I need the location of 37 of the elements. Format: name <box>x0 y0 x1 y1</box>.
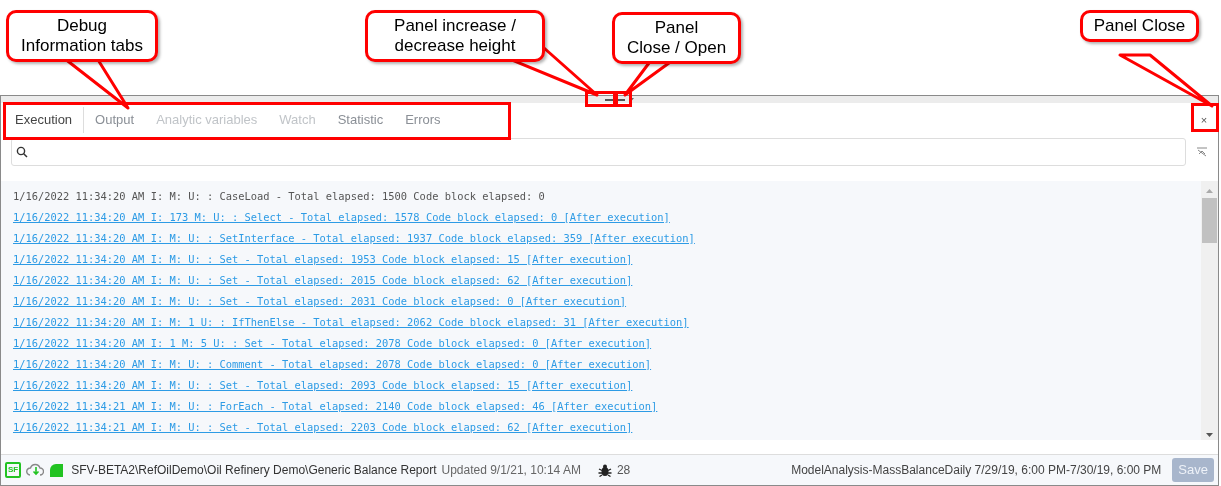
log-link[interactable]: 1/16/2022 11:34:20 AM I: 1 M: 5 U: : Set - Total elapsed: 2078 Code block elapsed: 0 [After execution] <box>13 335 652 352</box>
callout: Panel Close <box>1080 10 1199 42</box>
log-link[interactable]: 1/16/2022 11:34:20 AM I: 173 M: U: : Select - Total elapsed: 1578 Code block elapsed: 0 [After execution] <box>13 209 670 226</box>
cloud-sync-icon <box>26 462 45 478</box>
tab[interactable]: Execution <box>4 107 85 133</box>
bug-icon[interactable] <box>597 463 612 477</box>
updated-time: Updated 9/1/21, 10:14 AM <box>441 462 581 479</box>
status-badge: SF <box>5 462 22 478</box>
signal-icon <box>49 463 64 477</box>
log-link[interactable]: 1/16/2022 11:34:20 AM I: M: U: : Comment - Total elapsed: 2078 Code block elapsed: 0 [After execution] <box>13 356 652 373</box>
model-info: ModelAnalysis-MassBalanceDaily 7/29/19, 6:00 PM-7/30/19, 6:00 PM <box>791 462 1162 479</box>
highlight-frame <box>1191 103 1219 132</box>
scrollbar[interactable] <box>1201 181 1218 440</box>
bug-count: 28 <box>616 462 631 479</box>
collapse-icon[interactable] <box>1196 147 1208 157</box>
scroll-up-icon[interactable] <box>1205 188 1214 194</box>
search-icon <box>16 146 28 158</box>
log-link[interactable]: 1/16/2022 11:34:20 AM I: M: U: : SetInterface - Total elapsed: 1937 Code block elapsed: 359 [After execution] <box>13 230 695 247</box>
log-link[interactable]: 1/16/2022 11:34:20 AM I: M: U: : Set - Total elapsed: 2015 Code block elapsed: 62 [After execution] <box>13 272 633 289</box>
log-link[interactable]: 1/16/2022 11:34:20 AM I: M: 1 U: : IfThenElse - Total elapsed: 2062 Code block elapsed: 31 [After execution] <box>13 314 689 331</box>
scroll-thumb[interactable] <box>1202 198 1217 243</box>
log-link[interactable]: 1/16/2022 11:34:20 AM I: M: U: : Set - Total elapsed: 2031 Code block elapsed: 0 [After execution] <box>13 293 627 310</box>
callout: Panel increase / decrease height <box>365 10 545 62</box>
log-link[interactable]: 1/16/2022 11:34:20 AM I: M: U: : Set - Total elapsed: 1953 Code block elapsed: 15 [After execution] <box>13 251 633 268</box>
close-button[interactable]: × <box>1194 110 1214 130</box>
log-link[interactable]: 1/16/2022 11:34:21 AM I: M: U: : Set - Total elapsed: 2203 Code block elapsed: 62 [After execution] <box>13 419 633 436</box>
log-link[interactable]: 1/16/2022 11:34:21 AM I: M: U: : ForEach - Total elapsed: 2140 Code block elapsed: 46 [After execution] <box>13 398 658 415</box>
tab[interactable]: Output <box>84 107 146 133</box>
log-line: 1/16/2022 11:34:20 AM I: M: U: : CaseLoad - Total elapsed: 1500 Code block elapsed: 0 <box>13 188 545 204</box>
search-field[interactable] <box>11 138 1186 166</box>
tab[interactable]: Errors <box>394 107 452 133</box>
tab[interactable]: Statistic <box>326 107 395 133</box>
report-path: SFV-BETA2\RefOilDemo\Oil Refinery Demo\Generic Balance Report <box>71 462 437 479</box>
resize-handle[interactable] <box>603 96 627 103</box>
log-link[interactable]: 1/16/2022 11:34:20 AM I: M: U: : Set - Total elapsed: 2093 Code block elapsed: 15 [After execution] <box>13 377 633 394</box>
callout: Debug Information tabs <box>6 10 158 62</box>
scroll-down-icon[interactable] <box>1205 432 1214 438</box>
